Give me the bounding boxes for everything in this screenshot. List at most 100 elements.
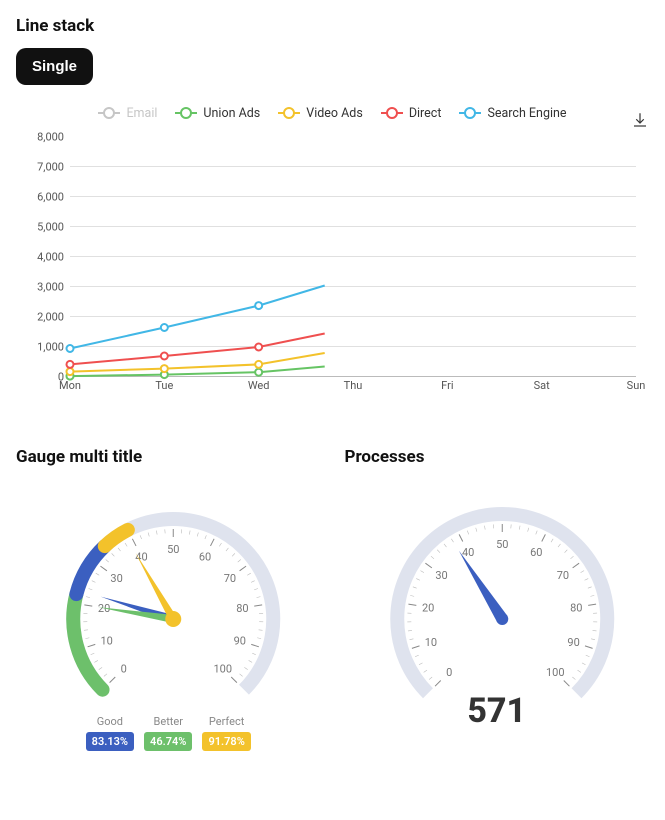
line-stack-chart: Email Union Ads Video Ads Direct Search Engi…	[16, 101, 649, 397]
gauge-tick-label: 0	[121, 662, 127, 675]
gauge-tick-label: 80	[236, 602, 248, 615]
gauge-tick	[435, 681, 441, 687]
gauge-label-good: Good83.13%	[86, 715, 134, 751]
gauge-tick-label: 30	[110, 572, 122, 585]
series-point	[67, 345, 74, 352]
single-button[interactable]: Single	[16, 48, 93, 85]
y-tick: 3,000	[37, 281, 64, 294]
x-axis: MonTueWedThuFriSatSun	[70, 377, 636, 397]
gauge-tick	[210, 539, 214, 546]
gauge-tick-label: 60	[530, 546, 542, 559]
legend-item-email[interactable]: Email	[98, 106, 157, 121]
gauge-tick	[588, 604, 596, 605]
gauge-tick	[84, 605, 92, 606]
legend-dot-icon	[381, 107, 403, 119]
y-tick: 4,000	[37, 251, 64, 264]
gauge-tick-label: 70	[224, 572, 236, 585]
y-axis: 01,0002,0003,0004,0005,0006,0007,0008,00…	[16, 137, 70, 377]
gauge-tick	[240, 566, 246, 571]
gauge-label-better: Better46.74%	[144, 715, 192, 751]
series-point	[161, 324, 168, 331]
legend-label: Union Ads	[203, 106, 260, 121]
legend: Email Union Ads Video Ads Direct Search Engi…	[16, 101, 649, 125]
x-tick: Wed	[248, 379, 270, 392]
processes-title: Processes	[345, 447, 650, 467]
gauge-tick-label: 50	[167, 543, 179, 556]
series-point	[255, 369, 262, 376]
gauge-tick-label: 10	[424, 636, 436, 649]
series-point	[255, 361, 262, 368]
gauge-tick	[425, 563, 431, 568]
legend-label: Email	[126, 106, 157, 121]
processes-chart: 0 10 20 30 40 50 60 70 80 90 100 571	[345, 479, 650, 759]
legend-label: Video Ads	[306, 106, 363, 121]
y-tick: 1,000	[37, 341, 64, 354]
x-tick: Mon	[59, 379, 81, 392]
gauge-tick	[231, 677, 237, 683]
line-plot: 01,0002,0003,0004,0005,0006,0007,0008,00…	[16, 137, 636, 397]
y-tick: 7,000	[37, 161, 64, 174]
y-tick: 8,000	[37, 131, 64, 144]
legend-item-direct[interactable]: Direct	[381, 106, 442, 121]
y-tick: 2,000	[37, 311, 64, 324]
gauge-multi-chart: 0102030405060708090100 Good83.13%Better4…	[16, 479, 321, 759]
download-icon[interactable]	[631, 111, 649, 133]
gauge-tick-label: 0	[446, 666, 452, 679]
gauge-tick	[110, 677, 116, 683]
x-tick: Sat	[534, 379, 550, 392]
gauge-tick-label: 80	[570, 601, 582, 614]
gauge-tick	[254, 605, 262, 606]
series-line-search-engine	[70, 286, 325, 349]
gauge-tick-label: 90	[234, 635, 246, 648]
gauge-tick	[132, 539, 136, 546]
gauge-legend: Good83.13% Better46.74% Perfect91.78%	[16, 715, 321, 751]
gauge-label-perfect: Perfect91.78%	[202, 715, 250, 751]
gauge-tick-label: 50	[496, 538, 508, 551]
processes-value: 571	[345, 691, 650, 731]
series-point	[161, 353, 168, 360]
gauge-tick-label: 100	[546, 666, 565, 679]
gauge-tick	[408, 604, 416, 605]
gauge-tick	[411, 646, 419, 648]
gauge-tick	[459, 534, 463, 541]
gauge-tick-label: 40	[462, 546, 474, 559]
legend-dot-icon	[98, 107, 120, 119]
gauge-tick	[572, 563, 578, 568]
legend-item-union-ads[interactable]: Union Ads	[175, 106, 260, 121]
gauge-tick	[88, 644, 96, 646]
x-tick: Sun	[627, 379, 646, 392]
gauge-tick-label: 40	[135, 551, 147, 564]
gauge-tick-label: 70	[556, 569, 568, 582]
gauge-tick-label: 60	[199, 551, 211, 564]
x-tick: Thu	[344, 379, 363, 392]
gauge-multi-title: Gauge multi title	[16, 447, 321, 467]
y-tick: 6,000	[37, 191, 64, 204]
gauge-tick-label: 90	[567, 636, 579, 649]
series-point	[67, 368, 74, 375]
gauge-tick	[584, 646, 592, 648]
gauge-tick-label: 10	[100, 635, 112, 648]
legend-dot-icon	[459, 107, 481, 119]
legend-label: Search Engine	[487, 106, 566, 121]
legend-dot-icon	[278, 107, 300, 119]
y-tick: 5,000	[37, 221, 64, 234]
gauge-tick-label: 30	[435, 569, 447, 582]
x-tick: Fri	[441, 379, 453, 392]
series-point	[161, 365, 168, 372]
legend-label: Direct	[409, 106, 442, 121]
x-tick: Tue	[155, 379, 173, 392]
legend-dot-icon	[175, 107, 197, 119]
series-point	[67, 361, 74, 368]
gauge-tick	[100, 566, 106, 571]
series-point	[255, 344, 262, 351]
series-point	[255, 302, 262, 309]
gauge-tick-label: 20	[421, 601, 433, 614]
gauge-tick	[251, 644, 259, 646]
gauge-tick	[563, 681, 569, 687]
line-stack-title: Line stack	[16, 16, 649, 36]
legend-item-search-engine[interactable]: Search Engine	[459, 106, 566, 121]
legend-item-video-ads[interactable]: Video Ads	[278, 106, 363, 121]
gauge-progress	[105, 530, 128, 546]
gauge-tick	[541, 534, 545, 541]
gauge-pointer	[458, 551, 506, 623]
